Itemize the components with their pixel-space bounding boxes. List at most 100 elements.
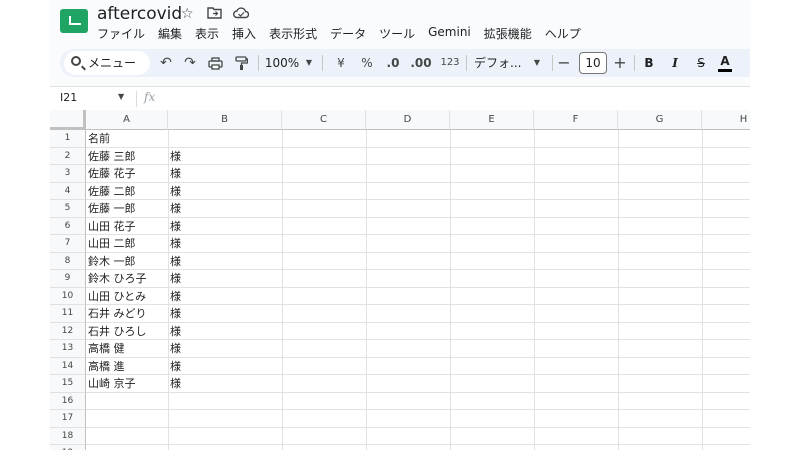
font-size-input[interactable]: 10: [579, 52, 607, 74]
cell-b[interactable]: [168, 445, 282, 450]
name-box[interactable]: I21: [60, 91, 77, 104]
cell-a[interactable]: [86, 410, 168, 427]
cell-b[interactable]: 様: [168, 165, 282, 182]
cell-b[interactable]: 様: [168, 305, 282, 322]
cell-a[interactable]: [86, 445, 168, 450]
menu-view[interactable]: 表示: [195, 25, 219, 41]
column-header-e[interactable]: E: [450, 110, 534, 130]
cell-a[interactable]: [86, 393, 168, 410]
cell-b[interactable]: [168, 428, 282, 445]
cell-a[interactable]: 佐藤 三郎: [86, 148, 168, 165]
cell-a[interactable]: 石井 ひろし: [86, 323, 168, 340]
cell-a[interactable]: 山田 二郎: [86, 235, 168, 252]
cell-b[interactable]: 様: [168, 218, 282, 235]
cell-a[interactable]: 高橋 健: [86, 340, 168, 357]
cell-a[interactable]: 佐藤 二郎: [86, 183, 168, 200]
row-header[interactable]: 16: [50, 392, 86, 410]
cell-b[interactable]: [168, 393, 282, 410]
cell-a[interactable]: 鈴木 ひろ子: [86, 270, 168, 287]
document-title[interactable]: aftercovid: [97, 4, 182, 24]
column-header-c[interactable]: C: [282, 110, 366, 130]
text-color-button[interactable]: A: [718, 49, 732, 77]
row-header[interactable]: 1: [50, 130, 86, 148]
increase-font-size-button[interactable]: +: [613, 49, 627, 77]
cell-b[interactable]: 様: [168, 148, 282, 165]
row-header[interactable]: 10: [50, 287, 86, 305]
row-header[interactable]: 4: [50, 182, 86, 200]
move-folder-icon[interactable]: [207, 6, 222, 23]
row-header[interactable]: 12: [50, 322, 86, 340]
font-dropdown-icon[interactable]: ▼: [532, 49, 542, 77]
cell-a[interactable]: 鈴木 一郎: [86, 253, 168, 270]
column-header-h[interactable]: H: [702, 110, 750, 130]
menu-insert[interactable]: 挿入: [232, 25, 256, 41]
cell-b[interactable]: 様: [168, 270, 282, 287]
zoom-select[interactable]: 100%: [264, 49, 300, 77]
cell-a[interactable]: 名前: [86, 130, 168, 147]
row-header[interactable]: 6: [50, 217, 86, 235]
sheets-logo-icon[interactable]: [60, 9, 88, 33]
cell-b[interactable]: 様: [168, 323, 282, 340]
cell-a[interactable]: 佐藤 一郎: [86, 200, 168, 217]
paint-format-icon[interactable]: [232, 49, 250, 77]
cell-a[interactable]: 高橋 進: [86, 358, 168, 375]
menu-tools[interactable]: ツール: [379, 25, 415, 41]
cell-b[interactable]: [168, 410, 282, 427]
strikethrough-button[interactable]: S: [694, 49, 708, 77]
row-header[interactable]: 2: [50, 147, 86, 165]
row-header[interactable]: 3: [50, 165, 86, 183]
search-menus-button[interactable]: メニュー: [64, 51, 150, 75]
format-percent-button[interactable]: %: [360, 49, 374, 77]
column-header-a[interactable]: A: [86, 110, 168, 130]
decrease-font-size-button[interactable]: −: [557, 49, 571, 77]
row-header[interactable]: 8: [50, 252, 86, 270]
cell-b[interactable]: 様: [168, 340, 282, 357]
menu-edit[interactable]: 編集: [158, 25, 182, 41]
star-icon[interactable]: ☆: [181, 6, 194, 22]
cell-a[interactable]: 山田 花子: [86, 218, 168, 235]
cell-a[interactable]: 山田 ひとみ: [86, 288, 168, 305]
row-header[interactable]: 7: [50, 235, 86, 253]
format-currency-button[interactable]: ¥: [334, 49, 348, 77]
increase-decimal-button[interactable]: .00: [410, 49, 432, 77]
cell-b[interactable]: 様: [168, 200, 282, 217]
decrease-decimal-button[interactable]: .0: [384, 49, 402, 77]
name-box-dropdown-icon[interactable]: ▼: [118, 92, 124, 101]
cell-b[interactable]: 様: [168, 235, 282, 252]
row-header[interactable]: 13: [50, 340, 86, 358]
menu-gemini[interactable]: Gemini: [428, 25, 471, 41]
row-header[interactable]: 9: [50, 270, 86, 288]
row-header[interactable]: 5: [50, 200, 86, 218]
cell-a[interactable]: 石井 みどり: [86, 305, 168, 322]
print-icon[interactable]: [206, 49, 224, 77]
row-header[interactable]: 15: [50, 375, 86, 393]
column-header-b[interactable]: B: [168, 110, 282, 130]
row-header[interactable]: 17: [50, 410, 86, 428]
menu-extensions[interactable]: 拡張機能: [484, 25, 532, 41]
menu-format[interactable]: 表示形式: [269, 25, 317, 41]
select-all-corner[interactable]: [50, 110, 86, 130]
cell-b[interactable]: 様: [168, 253, 282, 270]
font-family-select[interactable]: デフォ...: [474, 49, 528, 77]
redo-icon[interactable]: ↷: [182, 49, 198, 77]
row-header[interactable]: 11: [50, 305, 86, 323]
cell-a[interactable]: 山崎 京子: [86, 375, 168, 392]
spreadsheet-grid[interactable]: A B C D E F G H 1 名前 2 佐藤 三郎様 3 佐藤 花子様 4 佐藤 二郎様 5 佐藤 一郎様 6…: [50, 110, 750, 450]
cell-b[interactable]: 様: [168, 288, 282, 305]
bold-button[interactable]: B: [642, 49, 656, 77]
menu-help[interactable]: ヘルプ: [545, 25, 581, 41]
italic-button[interactable]: I: [668, 49, 682, 77]
cell-b[interactable]: 様: [168, 358, 282, 375]
menu-file[interactable]: ファイル: [97, 25, 145, 41]
zoom-dropdown-icon[interactable]: ▼: [304, 49, 314, 77]
cell-b[interactable]: [168, 130, 282, 147]
column-header-f[interactable]: F: [534, 110, 618, 130]
row-header[interactable]: 19: [50, 445, 86, 450]
cell-b[interactable]: 様: [168, 183, 282, 200]
cell-a[interactable]: 佐藤 花子: [86, 165, 168, 182]
menu-data[interactable]: データ: [330, 25, 366, 41]
row-header[interactable]: 18: [50, 427, 86, 445]
cell-a[interactable]: [86, 428, 168, 445]
column-header-d[interactable]: D: [366, 110, 450, 130]
cell-b[interactable]: 様: [168, 375, 282, 392]
